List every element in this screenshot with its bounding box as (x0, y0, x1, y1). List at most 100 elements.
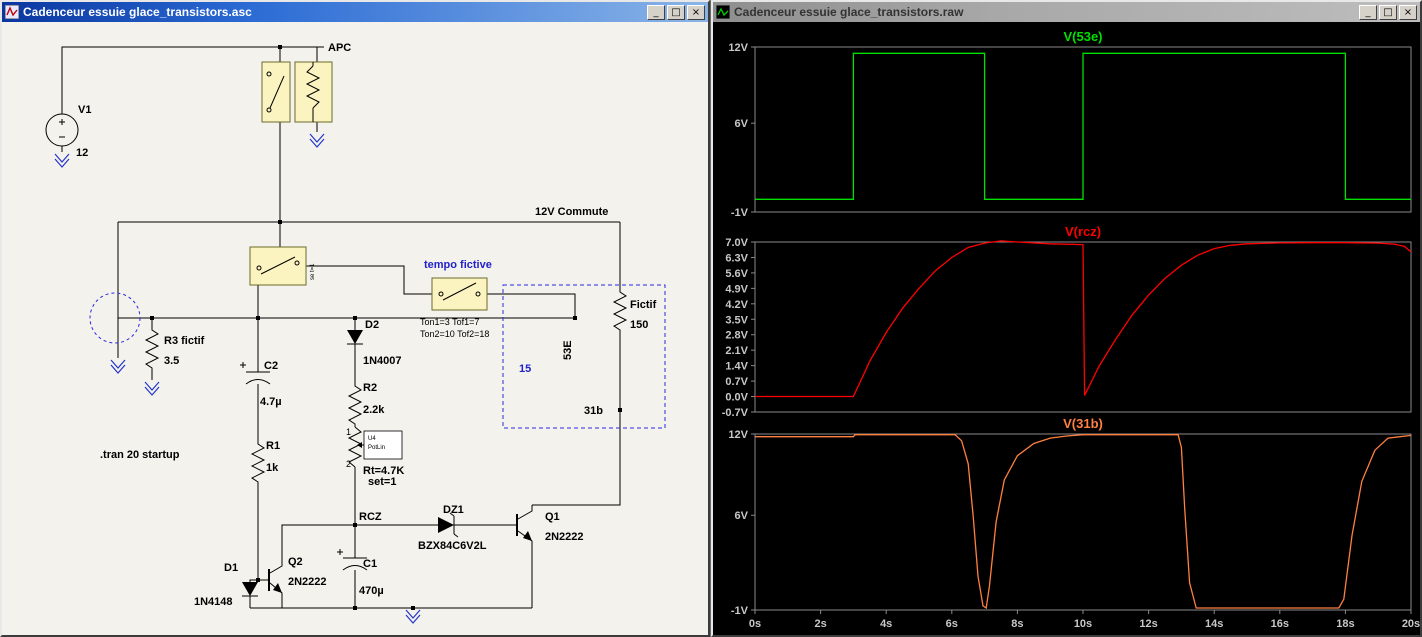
c2-name-label[interactable]: C2 (264, 360, 278, 372)
resistor-fictif[interactable] (612, 288, 628, 336)
resistor-r2[interactable] (347, 382, 363, 427)
d2-name-label[interactable]: D2 (365, 319, 379, 331)
rfictif-name-label[interactable]: Fictif (630, 299, 657, 311)
c1-name-label[interactable]: C1 (363, 558, 377, 570)
y-tick-label: -0.7V (722, 407, 749, 419)
window-title: Cadenceur essuie glace_transistors.raw (734, 5, 964, 19)
q2-name-label[interactable]: Q2 (288, 556, 303, 568)
pot-model-label: PotLin (368, 445, 385, 451)
resistor-r1[interactable] (250, 440, 266, 484)
wire[interactable] (269, 530, 533, 608)
net-label-15[interactable]: 15 (519, 363, 531, 375)
ground-flag-icon[interactable] (309, 133, 325, 148)
y-tick-label: 2.8V (725, 330, 748, 342)
waveform-plot[interactable]: V(53e) 12V 6V -1V V(rcz) 7.0V 6.3V 5.6V 4.9V 4.2V… (713, 22, 1420, 635)
q2-value-label[interactable]: 2N2222 (288, 576, 327, 588)
dz1-name-label[interactable]: DZ1 (443, 504, 464, 516)
c1-value-label[interactable]: 470µ (359, 585, 384, 597)
y-tick-label: 5.6V (725, 268, 748, 280)
minimize-button[interactable]: _ (1359, 4, 1377, 20)
tempo-param1-label[interactable]: Ton1=3 Tof1=7 (420, 317, 479, 327)
ground-flag-icon[interactable] (144, 381, 160, 396)
y-tick-label: 4.9V (725, 283, 748, 295)
trace-line[interactable] (755, 52, 1411, 200)
net-label-31b[interactable]: 31b (584, 405, 603, 417)
y-tick-label: -1V (731, 605, 749, 617)
x-tick-label: 8s (1011, 618, 1023, 630)
r3-value-label[interactable]: 3.5 (164, 355, 179, 367)
y-tick-label: 6.3V (725, 252, 748, 264)
schematic-canvas[interactable]: se t=1 U4 PotLin APC V1 12 12V Commute t… (2, 22, 708, 635)
d1-value-label[interactable]: 1N4148 (194, 596, 233, 608)
v1-name-label[interactable]: V1 (78, 104, 91, 116)
ltspice-schematic-icon (5, 5, 19, 19)
r1-value-label[interactable]: 1k (266, 462, 279, 474)
waveform-window: Cadenceur essuie glace_transistors.raw _… (711, 0, 1422, 637)
diode-d1[interactable] (242, 582, 258, 597)
v1-value-label[interactable]: 12 (76, 147, 88, 159)
ground-flag-icon[interactable] (110, 359, 126, 374)
y-tick-label: 12V (728, 429, 748, 441)
r1-name-label[interactable]: R1 (266, 440, 280, 452)
trace-line[interactable] (755, 434, 1412, 610)
maximize-button[interactable]: □ (1379, 4, 1397, 20)
wire[interactable] (117, 221, 620, 318)
x-tick-label: 16s (1271, 618, 1289, 630)
trace-title[interactable]: V(31b) (1063, 416, 1103, 431)
net-label-53e[interactable]: 53E (562, 340, 574, 360)
ground-flag-icon[interactable] (405, 609, 421, 624)
d1-name-label[interactable]: D1 (224, 562, 238, 574)
wires[interactable] (61, 46, 621, 609)
maximize-button[interactable]: □ (667, 4, 685, 20)
potentiometer-box[interactable]: U4 PotLin (357, 430, 403, 460)
pot-set-label[interactable]: set=1 (368, 476, 396, 488)
relay-component-top[interactable] (261, 61, 333, 123)
waveform-titlebar[interactable]: Cadenceur essuie glace_transistors.raw _… (713, 2, 1420, 22)
x-tick-label: 10s (1074, 618, 1092, 630)
d2-value-label[interactable]: 1N4007 (363, 355, 402, 367)
net-label-12v-commute[interactable]: 12V Commute (535, 206, 608, 218)
schematic-titlebar[interactable]: Cadenceur essuie glace_transistors.asc _… (2, 2, 708, 22)
r3-name-label[interactable]: R3 fictif (164, 335, 205, 347)
schematic-drawing[interactable]: se t=1 U4 PotLin APC V1 12 12V Commute t… (2, 22, 708, 635)
waveform-canvas[interactable]: V(53e) 12V 6V -1V V(rcz) 7.0V 6.3V 5.6V 4.9V 4.2V… (713, 22, 1420, 635)
relay-component-mid[interactable]: se t=1 (249, 246, 316, 286)
x-tick-label: 18s (1336, 618, 1354, 630)
close-button[interactable]: × (1399, 4, 1417, 20)
y-tick-label: 0.7V (725, 376, 748, 388)
ground-flag-icon[interactable] (54, 153, 70, 168)
y-tick-label: 12V (728, 42, 748, 54)
tempo-param2-label[interactable]: Ton2=10 Tof2=18 (420, 329, 489, 339)
x-tick-label: 12s (1139, 618, 1157, 630)
y-tick-label: 4.2V (725, 299, 748, 311)
dz1-value-label[interactable]: BZX84C6V2L (418, 540, 487, 552)
q1-name-label[interactable]: Q1 (545, 511, 560, 523)
ltspice-wave-icon (716, 5, 730, 19)
y-tick-label: 0.0V (725, 392, 748, 404)
diode-d2[interactable] (347, 330, 363, 345)
wire[interactable] (269, 524, 355, 574)
trace-title[interactable]: V(53e) (1063, 29, 1102, 44)
x-tick-label: 14s (1205, 618, 1223, 630)
c2-value-label[interactable]: 4.7µ (260, 396, 282, 408)
r2-value-label[interactable]: 2.2k (363, 404, 385, 416)
rfictif-value-label[interactable]: 150 (630, 319, 648, 331)
spice-directive[interactable]: .tran 20 startup (100, 449, 180, 461)
resistor-r3[interactable] (144, 328, 160, 374)
x-tick-label: 0s (749, 618, 761, 630)
wire[interactable] (517, 222, 621, 520)
net-label-apc[interactable]: APC (328, 42, 351, 54)
x-tick-label: 2s (814, 618, 826, 630)
minimize-button[interactable]: _ (647, 4, 665, 20)
voltage-source-v1[interactable] (45, 113, 79, 147)
net-label-rcz[interactable]: RCZ (359, 511, 382, 523)
q1-value-label[interactable]: 2N2222 (545, 531, 584, 543)
pot-pin2-label: 2 (346, 459, 351, 469)
tempo-title-label[interactable]: tempo fictive (424, 259, 492, 271)
close-button[interactable]: × (687, 4, 705, 20)
trace-line[interactable] (755, 240, 1412, 398)
trace-title[interactable]: V(rcz) (1065, 224, 1101, 239)
switch-tempo[interactable] (431, 277, 488, 311)
r2-name-label[interactable]: R2 (363, 382, 377, 394)
y-tick-label: 1.4V (725, 361, 748, 373)
